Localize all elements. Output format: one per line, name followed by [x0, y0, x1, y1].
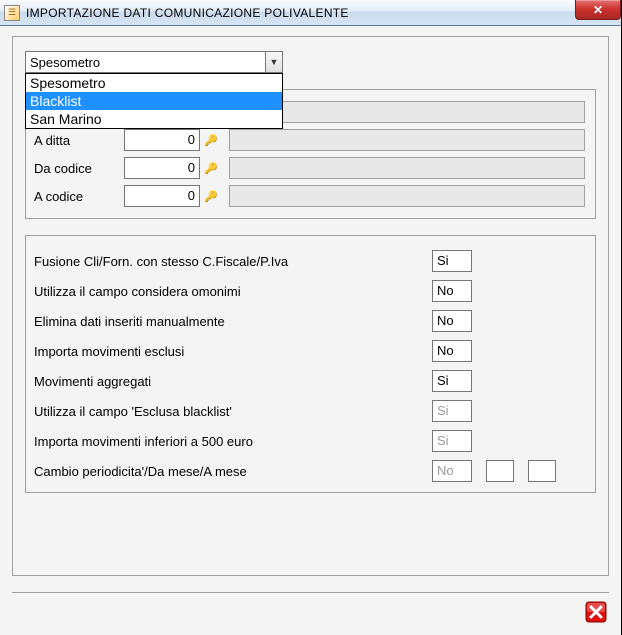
option-value-input[interactable]: Si [432, 250, 472, 272]
option-value-input[interactable]: No [432, 340, 472, 362]
chevron-down-icon: ▼ [265, 52, 282, 72]
lookup-icon[interactable]: 🔑 [203, 188, 219, 204]
range-description [229, 129, 585, 151]
option-value-input[interactable]: No [432, 310, 472, 332]
option-row: Cambio periodicita'/Da mese/A meseNo [34, 456, 585, 486]
type-combo-dropdown: SpesometroBlacklistSan Marino [25, 73, 283, 129]
option-value-input: No [432, 460, 472, 482]
option-row: Utilizza il campo considera omonimiNo [34, 276, 585, 306]
option-label: Utilizza il campo considera omonimi [34, 284, 432, 299]
month-input [486, 460, 514, 482]
range-value-input[interactable]: 0 [124, 157, 200, 179]
option-row: Importa movimenti inferiori a 500 euroSi [34, 426, 585, 456]
app-icon: ☰ [4, 5, 20, 21]
option-label: Fusione Cli/Forn. con stesso C.Fiscale/P… [34, 254, 432, 269]
client-area: Spesometro ▼ SpesometroBlacklistSan Mari… [0, 26, 621, 635]
range-row: A codice0🔑 [30, 182, 585, 210]
type-combo[interactable]: Spesometro ▼ [25, 51, 283, 73]
option-label: Movimenti aggregati [34, 374, 432, 389]
exit-button[interactable] [583, 599, 609, 625]
app-window: ☰ IMPORTAZIONE DATI COMUNICAZIONE POLIVA… [0, 0, 622, 635]
option-label: Utilizza il campo 'Esclusa blacklist' [34, 404, 432, 419]
option-value-input: Si [432, 400, 472, 422]
option-value-input[interactable]: Si [432, 370, 472, 392]
range-label: A codice [30, 189, 124, 204]
type-combo-option[interactable]: Blacklist [26, 92, 282, 110]
main-panel: Spesometro ▼ SpesometroBlacklistSan Mari… [12, 36, 609, 576]
range-value-input[interactable]: 0 [124, 185, 200, 207]
range-row: Da codice0🔑 [30, 154, 585, 182]
type-combo-wrap: Spesometro ▼ SpesometroBlacklistSan Mari… [25, 51, 283, 73]
option-row: Importa movimenti esclusiNo [34, 336, 585, 366]
range-label: A ditta [30, 133, 124, 148]
option-value-input[interactable]: No [432, 280, 472, 302]
option-row: Movimenti aggregatiSi [34, 366, 585, 396]
lookup-icon[interactable]: 🔑 [203, 160, 219, 176]
type-combo-option[interactable]: San Marino [26, 110, 282, 128]
option-value-input: Si [432, 430, 472, 452]
range-description [229, 185, 585, 207]
option-label: Cambio periodicita'/Da mese/A mese [34, 464, 432, 479]
option-label: Importa movimenti esclusi [34, 344, 432, 359]
lookup-icon[interactable]: 🔑 [203, 132, 219, 148]
type-combo-option[interactable]: Spesometro [26, 74, 282, 92]
close-icon: ✕ [593, 3, 603, 17]
option-label: Elimina dati inseriti manualmente [34, 314, 432, 329]
option-row: Utilizza il campo 'Esclusa blacklist'Si [34, 396, 585, 426]
range-row: A ditta0🔑 [30, 126, 585, 154]
option-row: Fusione Cli/Forn. con stesso C.Fiscale/P… [34, 246, 585, 276]
option-label: Importa movimenti inferiori a 500 euro [34, 434, 432, 449]
range-description [229, 157, 585, 179]
range-value-input[interactable]: 0 [124, 129, 200, 151]
options-fieldset: Fusione Cli/Forn. con stesso C.Fiscale/P… [25, 235, 596, 493]
exit-icon [584, 600, 608, 624]
window-title: IMPORTAZIONE DATI COMUNICAZIONE POLIVALE… [26, 6, 349, 20]
titlebar: ☰ IMPORTAZIONE DATI COMUNICAZIONE POLIVA… [0, 0, 621, 26]
bottom-bar [12, 592, 609, 625]
type-combo-value: Spesometro [30, 55, 100, 70]
range-label: Da codice [30, 161, 124, 176]
window-close-button[interactable]: ✕ [575, 0, 621, 20]
option-row: Elimina dati inseriti manualmenteNo [34, 306, 585, 336]
month-input [528, 460, 556, 482]
